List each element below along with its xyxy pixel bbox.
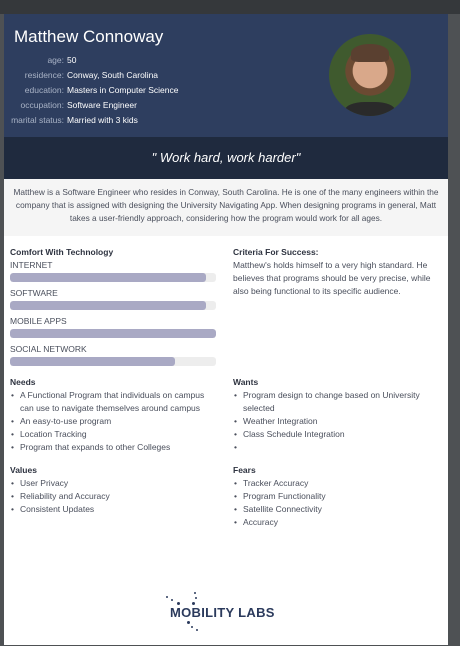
criteria-section: Criteria For Success: Matthew's holds hi… bbox=[233, 246, 438, 298]
comfort-bar bbox=[10, 329, 216, 338]
bullet-list: User PrivacyReliability and AccuracyCons… bbox=[10, 477, 220, 516]
criteria-title: Criteria For Success: bbox=[233, 247, 319, 257]
list-item: Reliability and Accuracy bbox=[10, 490, 220, 503]
avatar-hair bbox=[351, 44, 389, 62]
needs-title: Needs bbox=[10, 377, 36, 387]
persona-header: Matthew Connoway age: 50 residence: Conway… bbox=[4, 14, 448, 137]
comfort-bar bbox=[10, 357, 216, 366]
values-section: Values User PrivacyReliability and Accur… bbox=[10, 464, 220, 516]
fact-value: Software Engineer bbox=[67, 100, 137, 110]
list-item: Satellite Connectivity bbox=[233, 503, 438, 516]
fact-label: occupation: bbox=[20, 100, 64, 110]
list-item: Consistent Updates bbox=[10, 503, 220, 516]
list-item: A Functional Program that individuals on… bbox=[10, 389, 220, 415]
comfort-label: SOFTWARE bbox=[10, 288, 58, 298]
list-item: Program design to change based on Univer… bbox=[233, 389, 438, 415]
comfort-label: MOBILE APPS bbox=[10, 316, 67, 326]
fact-label: age: bbox=[47, 55, 64, 65]
persona-name: Matthew Connoway bbox=[14, 27, 164, 46]
needs-section: Needs A Functional Program that individu… bbox=[10, 376, 220, 454]
wants-title: Wants bbox=[233, 377, 259, 387]
fact-value: Conway, South Carolina bbox=[67, 70, 159, 80]
fact-value: Married with 3 kids bbox=[67, 115, 138, 125]
fact-age: age: 50 bbox=[4, 53, 179, 68]
list-item: Location Tracking bbox=[10, 428, 220, 441]
viewer-toolbar bbox=[0, 0, 460, 14]
list-item: Weather Integration bbox=[233, 415, 438, 428]
persona-quote: " Work hard, work harder" bbox=[4, 137, 448, 179]
list-item: Program Functionality bbox=[233, 490, 438, 503]
fact-label: marital status: bbox=[11, 115, 64, 125]
comfort-bar-fill bbox=[10, 357, 175, 366]
fact-label: education: bbox=[24, 85, 64, 95]
criteria-text: Matthew's holds himself to a very high s… bbox=[233, 260, 431, 296]
comfort-bar bbox=[10, 301, 216, 310]
fact-value: Masters in Computer Science bbox=[67, 85, 179, 95]
comfort-section: Comfort With Technology INTERNET SOFTWARE… bbox=[10, 246, 220, 371]
persona-summary: Matthew is a Software Engineer who resid… bbox=[4, 179, 448, 236]
list-item: Program that expands to other Colleges bbox=[10, 441, 220, 454]
comfort-label: SOCIAL NETWORK bbox=[10, 344, 87, 354]
fact-label: residence: bbox=[24, 70, 64, 80]
fact-education: education: Masters in Computer Science bbox=[4, 83, 179, 98]
comfort-bar-fill bbox=[10, 301, 206, 310]
fact-value: 50 bbox=[67, 55, 77, 65]
comfort-label: INTERNET bbox=[10, 260, 53, 270]
list-item: Accuracy bbox=[233, 516, 438, 529]
bullet-list: A Functional Program that individuals on… bbox=[10, 389, 220, 454]
list-item: An easy-to-use program bbox=[10, 415, 220, 428]
list-item bbox=[233, 441, 438, 454]
comfort-bar bbox=[10, 273, 216, 282]
wants-section: Wants Program design to change based on … bbox=[233, 376, 438, 454]
list-item: Class Schedule Integration bbox=[233, 428, 438, 441]
list-item: User Privacy bbox=[10, 477, 220, 490]
avatar bbox=[329, 34, 411, 116]
bullet-list: Program design to change based on Univer… bbox=[233, 389, 438, 454]
mobility-labs-logo: MOBILITY LABS bbox=[162, 592, 292, 634]
fact-residence: residence: Conway, South Carolina bbox=[4, 68, 179, 83]
avatar-shirt bbox=[345, 102, 395, 116]
persona-page: Matthew Connoway age: 50 residence: Conway… bbox=[4, 14, 448, 645]
persona-facts: age: 50 residence: Conway, South Carolina … bbox=[4, 53, 179, 128]
fact-occupation: occupation: Software Engineer bbox=[4, 98, 179, 113]
fears-title: Fears bbox=[233, 465, 256, 475]
fears-section: Fears Tracker AccuracyProgram Functional… bbox=[233, 464, 438, 529]
list-item: Tracker Accuracy bbox=[233, 477, 438, 490]
comfort-bar-fill bbox=[10, 329, 216, 338]
comfort-bar-fill bbox=[10, 273, 206, 282]
comfort-title: Comfort With Technology bbox=[10, 247, 114, 257]
values-title: Values bbox=[10, 465, 37, 475]
bullet-list: Tracker AccuracyProgram FunctionalitySat… bbox=[233, 477, 438, 529]
fact-marital-status: marital status: Married with 3 kids bbox=[4, 113, 179, 128]
logo-text: MOBILITY LABS bbox=[170, 605, 275, 620]
